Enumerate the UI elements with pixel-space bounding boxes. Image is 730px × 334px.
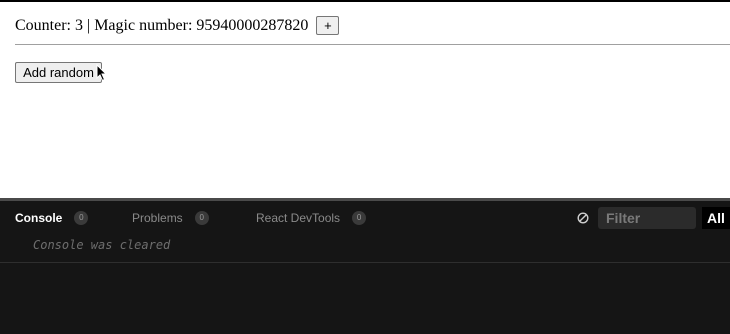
filter-input[interactable] [598,207,696,229]
mouse-cursor-icon [96,64,108,82]
console-separator [0,262,730,263]
counter-line: Counter: 3 | Magic number: 9594000028782… [15,16,340,35]
log-level-select[interactable]: All [702,207,730,229]
counter-text: Counter: 3 | Magic number: 9594000028782… [15,16,309,34]
tab-console-label: Console [15,211,63,225]
tab-problems-label: Problems [132,211,183,225]
tab-console-count: 0 [74,211,89,225]
tab-console[interactable]: Console 0 [15,209,89,227]
add-random-button[interactable]: Add random [15,62,102,83]
tab-react-devtools[interactable]: React DevTools 0 [256,209,367,227]
console-message: Console was cleared [33,238,171,252]
tab-problems[interactable]: Problems 0 [132,209,209,227]
clear-console-icon[interactable] [577,212,589,224]
horizontal-rule [15,44,730,45]
devtools-panel: Console 0 Problems 0 React DevTools 0 Al… [0,201,730,334]
tab-problems-count: 0 [194,211,209,225]
increment-button[interactable]: + [316,16,340,35]
tab-react-devtools-label: React DevTools [256,211,341,225]
tab-react-devtools-count: 0 [352,211,367,225]
